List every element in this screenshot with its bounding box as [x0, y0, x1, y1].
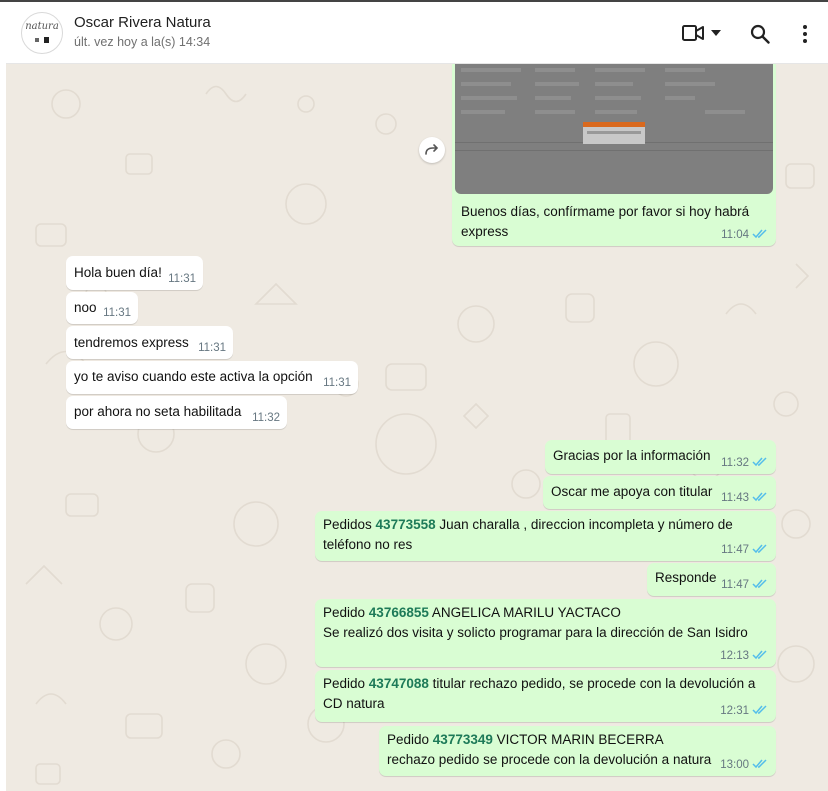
- double-check-icon: [752, 457, 767, 467]
- message-meta: 11:32: [721, 456, 768, 470]
- message-time: 11:47: [721, 544, 749, 556]
- outgoing-message[interactable]: Pedido 43747088 titular rechazo pedido, …: [315, 670, 776, 722]
- image-message[interactable]: Buenos días, confírmame por favor si hoy…: [452, 64, 776, 246]
- forward-button[interactable]: [419, 137, 445, 163]
- message-meta: 12:31: [720, 704, 768, 718]
- outgoing-message[interactable]: Pedido 43766855 ANGELICA MARILU YACTACO …: [315, 599, 776, 667]
- message-line: Pedido 43773349 VICTOR MARIN BECERRA: [387, 730, 768, 750]
- message-text: Hola buen día!: [74, 265, 162, 280]
- chat-area[interactable]: Buenos días, confírmame por favor si hoy…: [6, 64, 828, 791]
- outgoing-message[interactable]: Pedidos 43773558 Juan charalla , direcci…: [315, 511, 776, 561]
- incoming-message[interactable]: tendremos express 11:31: [66, 326, 233, 359]
- message-meta: 11:43: [721, 491, 768, 505]
- message-meta: 11:04: [721, 228, 768, 242]
- message-prefix: Pedido: [323, 676, 369, 691]
- message-prefix: Pedido: [387, 732, 433, 747]
- message-prefix: Pedidos: [323, 517, 376, 532]
- message-time: 11:32: [721, 457, 749, 469]
- avatar[interactable]: natura: [21, 12, 63, 54]
- message-meta: 12:13: [720, 649, 768, 663]
- message-text: VICTOR MARIN BECERRA: [492, 732, 664, 747]
- order-number[interactable]: 43747088: [369, 676, 429, 691]
- message-text: Gracias por la información: [553, 448, 711, 463]
- order-number[interactable]: 43773349: [433, 732, 493, 747]
- double-check-icon: [752, 229, 767, 239]
- avatar-brand-text: natura: [25, 21, 59, 32]
- message-line-2: Se realizó dos visita y solicto programa…: [323, 625, 748, 640]
- last-seen-status: últ. vez hoy a la(s) 14:34: [74, 35, 211, 49]
- message-time: 11:31: [198, 342, 226, 354]
- message-time: 11:31: [103, 307, 131, 319]
- image-caption-text: Buenos días, confírmame por favor si hoy…: [461, 204, 750, 239]
- message-text: Juan charalla , direccion incompleta y n…: [435, 517, 733, 532]
- thumbnail-content: [455, 68, 773, 151]
- message-text: yo te aviso cuando este activa la opción: [74, 369, 313, 384]
- order-number[interactable]: 43766855: [369, 605, 429, 620]
- outgoing-message[interactable]: Responde 11:47: [647, 563, 776, 596]
- avatar-logo-icon: [35, 37, 49, 43]
- outgoing-message[interactable]: Gracias por la información 11:32: [545, 440, 776, 474]
- outgoing-message[interactable]: Pedido 43773349 VICTOR MARIN BECERRA rec…: [379, 726, 776, 776]
- message-time: 12:13: [720, 650, 749, 662]
- incoming-message[interactable]: noo 11:31: [66, 292, 138, 324]
- message-time: 11:43: [721, 492, 749, 504]
- more-vertical-icon[interactable]: [802, 24, 808, 44]
- message-time: 13:00: [720, 759, 749, 771]
- incoming-message[interactable]: Hola buen día! 11:31: [66, 256, 203, 290]
- outgoing-message[interactable]: Oscar me apoya con titular 11:43: [543, 476, 776, 509]
- double-check-icon: [752, 544, 767, 554]
- double-check-icon: [752, 759, 767, 769]
- message-time: 11:31: [323, 377, 351, 389]
- screenshot-thumbnail[interactable]: [455, 64, 773, 194]
- message-line-2: rechazo pedido se procede con la devoluc…: [387, 752, 712, 767]
- message-time: 11:31: [168, 273, 196, 285]
- message-time: 12:31: [720, 705, 749, 717]
- double-check-icon: [752, 650, 767, 660]
- message-text: noo: [74, 300, 97, 315]
- double-check-icon: [752, 579, 767, 589]
- incoming-message[interactable]: yo te aviso cuando este activa la opción…: [66, 361, 358, 394]
- chat-header: natura Oscar Rivera Natura últ. vez hoy …: [6, 2, 828, 64]
- message-prefix: Pedido: [323, 605, 369, 620]
- order-number[interactable]: 43773558: [376, 517, 436, 532]
- forward-icon: [425, 144, 439, 155]
- search-icon[interactable]: [750, 24, 770, 44]
- message-line-2: teléfono no res: [323, 537, 413, 552]
- message-text: Oscar me apoya con titular: [551, 484, 713, 499]
- message-text: por ahora no seta habilitada: [74, 404, 242, 419]
- message-text: titular rechazo pedido, se procede con l…: [428, 676, 756, 691]
- message-text: tendremos express: [74, 335, 189, 350]
- chevron-down-icon[interactable]: [711, 30, 721, 36]
- message-meta: 11:47: [721, 543, 768, 557]
- video-camera-icon[interactable]: [682, 24, 704, 42]
- message-text: ANGELICA MARILU YACTACO: [428, 605, 621, 620]
- message-line-2: CD natura: [323, 696, 385, 711]
- message-text: Responde: [655, 570, 717, 585]
- double-check-icon: [752, 492, 767, 502]
- message-line: Pedidos 43773558 Juan charalla , direcci…: [323, 515, 768, 535]
- message-meta: 13:00: [720, 758, 768, 772]
- message-line: Pedido 43747088 titular rechazo pedido, …: [323, 674, 768, 694]
- message-time: 11:32: [252, 412, 280, 424]
- contact-name[interactable]: Oscar Rivera Natura: [74, 14, 211, 31]
- message-line: Pedido 43766855 ANGELICA MARILU YACTACO: [323, 603, 768, 623]
- incoming-message[interactable]: por ahora no seta habilitada 11:32: [66, 396, 287, 429]
- message-time: 11:47: [721, 579, 749, 591]
- double-check-icon: [752, 705, 767, 715]
- message-time: 11:04: [721, 229, 749, 241]
- message-meta: 11:47: [721, 578, 768, 592]
